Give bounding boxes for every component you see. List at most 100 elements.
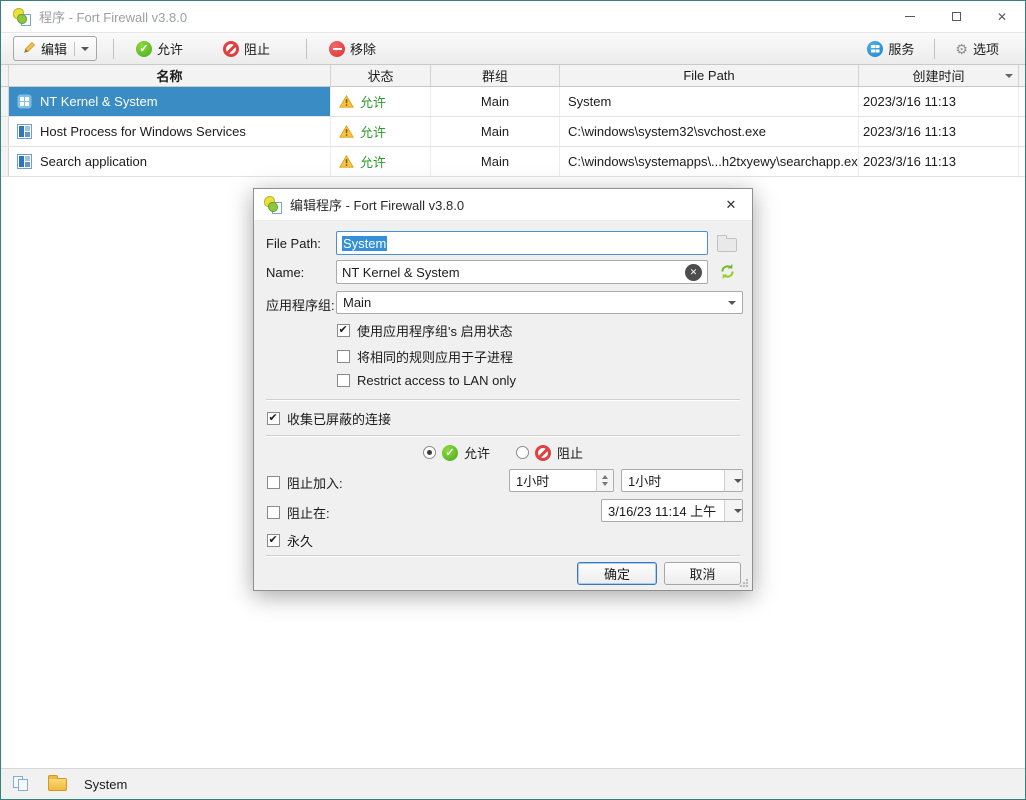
program-name-cell[interactable]: Host Process for Windows Services <box>9 117 331 146</box>
separator <box>266 435 740 437</box>
checkbox-unchecked-icon <box>267 506 280 519</box>
window-title: 程序 - Fort Firewall v3.8.0 <box>39 7 187 26</box>
windows-app-icon <box>17 124 32 139</box>
program-name: Search application <box>40 154 147 169</box>
edit-program-dialog: 编辑程序 - Fort Firewall v3.8.0 File Path: S… <box>253 188 753 591</box>
radio-unselected-icon <box>516 446 529 459</box>
close-button[interactable] <box>979 1 1025 32</box>
ok-button[interactable]: 确定 <box>577 562 657 585</box>
maximize-button[interactable] <box>933 1 979 32</box>
edit-dropdown[interactable] <box>74 42 89 56</box>
checkbox-unchecked-icon <box>267 476 280 489</box>
collect-blocked-checkbox[interactable]: 收集已屏蔽的连接 <box>267 409 391 428</box>
column-header-path[interactable]: File Path <box>560 65 859 86</box>
cancel-button[interactable]: 取消 <box>664 562 741 585</box>
allow-button[interactable]: 允许 <box>130 39 189 58</box>
row-gutter <box>1 117 9 146</box>
resize-grip[interactable] <box>739 578 749 588</box>
filler-cell <box>1019 87 1025 116</box>
combo-dropdown[interactable] <box>724 470 742 491</box>
block-radio-label: 阻止 <box>557 443 583 462</box>
dialog-close-button[interactable] <box>710 189 752 220</box>
block-icon <box>535 445 551 461</box>
separator <box>266 399 740 401</box>
status-text: 允许 <box>360 152 386 171</box>
ok-button-label: 确定 <box>604 564 630 583</box>
table-row[interactable]: NT Kernel & System 允许 Main System 2023/3… <box>1 87 1025 117</box>
edit-button[interactable]: 编辑 <box>13 36 97 61</box>
action-radio-group: 允许 阻止 <box>254 443 752 462</box>
block-button[interactable]: 阻止 <box>217 39 276 58</box>
use-group-state-checkbox[interactable]: 使用应用程序组's 启用状态 <box>337 321 513 340</box>
allow-check-icon <box>442 445 458 461</box>
services-icon <box>867 41 883 57</box>
toolbar-separator <box>934 39 935 59</box>
block-hours-spinner[interactable]: 1小时 <box>509 469 614 492</box>
minimize-button[interactable] <box>887 1 933 32</box>
allow-check-icon <box>136 41 152 57</box>
services-button[interactable]: 服务 <box>861 39 920 58</box>
refresh-name-icon[interactable] <box>719 263 736 280</box>
block-datetime-picker[interactable]: 3/16/23 11:14 上午 <box>601 499 743 522</box>
program-name-cell[interactable]: Search application <box>9 147 331 176</box>
block-at-label: 阻止在: <box>287 503 330 522</box>
file-path-cell: C:\windows\systemapps\...h2txyewy\search… <box>560 147 859 176</box>
lan-only-label: Restrict access to LAN only <box>357 373 516 388</box>
block-radio[interactable]: 阻止 <box>516 443 583 462</box>
checkbox-unchecked-icon <box>337 374 350 387</box>
remove-button-label: 移除 <box>350 39 376 58</box>
file-path-input[interactable]: System <box>336 231 708 255</box>
forever-checkbox[interactable]: 永久 <box>267 531 313 550</box>
forever-label: 永久 <box>287 531 313 550</box>
cancel-button-label: 取消 <box>689 564 715 583</box>
pencil-icon <box>21 41 36 56</box>
toolbar-right: 服务 ⚙ 选项 <box>861 39 1013 59</box>
block-at-checkbox[interactable]: 阻止在: <box>267 503 330 522</box>
spinner-arrows[interactable] <box>596 470 613 491</box>
name-input[interactable]: NT Kernel & System <box>336 260 708 284</box>
clear-name-icon[interactable] <box>685 264 702 281</box>
group-cell: Main <box>431 147 560 176</box>
titlebar: 程序 - Fort Firewall v3.8.0 <box>1 1 1025 32</box>
options-button[interactable]: ⚙ 选项 <box>949 39 1005 58</box>
table-row[interactable]: Host Process for Windows Services 允许 Mai… <box>1 117 1025 147</box>
warning-icon <box>339 95 354 108</box>
block-for-label: 阻止加入: <box>287 473 343 492</box>
column-header-status[interactable]: 状态 <box>331 65 431 86</box>
browse-folder-button[interactable] <box>717 238 737 252</box>
dialog-title: 编辑程序 - Fort Firewall v3.8.0 <box>290 195 464 214</box>
apply-child-processes-checkbox[interactable]: 将相同的规则应用于子进程 <box>337 347 513 366</box>
radio-selected-icon <box>423 446 436 459</box>
allow-radio[interactable]: 允许 <box>423 443 490 462</box>
chevron-down-icon <box>728 301 736 305</box>
column-header-created-label: 创建时间 <box>912 66 964 85</box>
warning-icon <box>339 155 354 168</box>
checkbox-checked-icon <box>267 412 280 425</box>
toolbar-left: 编辑 允许 阻止 移除 <box>13 36 382 61</box>
created-cell: 2023/3/16 11:13 <box>859 117 1019 146</box>
gear-icon: ⚙ <box>955 42 968 56</box>
remove-button[interactable]: 移除 <box>323 39 382 58</box>
apply-child-processes-label: 将相同的规则应用于子进程 <box>357 347 513 366</box>
lan-only-checkbox[interactable]: Restrict access to LAN only <box>337 373 516 388</box>
block-icon <box>223 41 239 57</box>
column-header-name[interactable]: 名称 <box>9 65 331 86</box>
remove-icon <box>329 41 345 57</box>
app-group-combo[interactable]: Main <box>336 291 743 314</box>
status-text: 允许 <box>360 92 386 111</box>
table-row[interactable]: Search application 允许 Main C:\windows\sy… <box>1 147 1025 177</box>
column-header-created[interactable]: 创建时间 <box>859 65 1019 86</box>
column-header-group[interactable]: 群组 <box>431 65 560 86</box>
datetime-dropdown[interactable] <box>724 500 742 521</box>
copy-path-icon[interactable] <box>13 776 31 792</box>
dialog-body: File Path: System Name: NT Kernel & Syst… <box>254 221 752 591</box>
status-cell: 允许 <box>331 87 431 116</box>
block-for-checkbox[interactable]: 阻止加入: <box>267 473 343 492</box>
file-path-selected-text: System <box>342 236 387 251</box>
sort-descending-icon <box>1005 74 1013 78</box>
open-folder-icon[interactable] <box>48 778 67 791</box>
chevron-down-icon <box>734 509 742 513</box>
block-duration-combo[interactable]: 1小时 <box>621 469 743 492</box>
program-name-cell[interactable]: NT Kernel & System <box>9 87 331 116</box>
created-cell: 2023/3/16 11:13 <box>859 87 1019 116</box>
